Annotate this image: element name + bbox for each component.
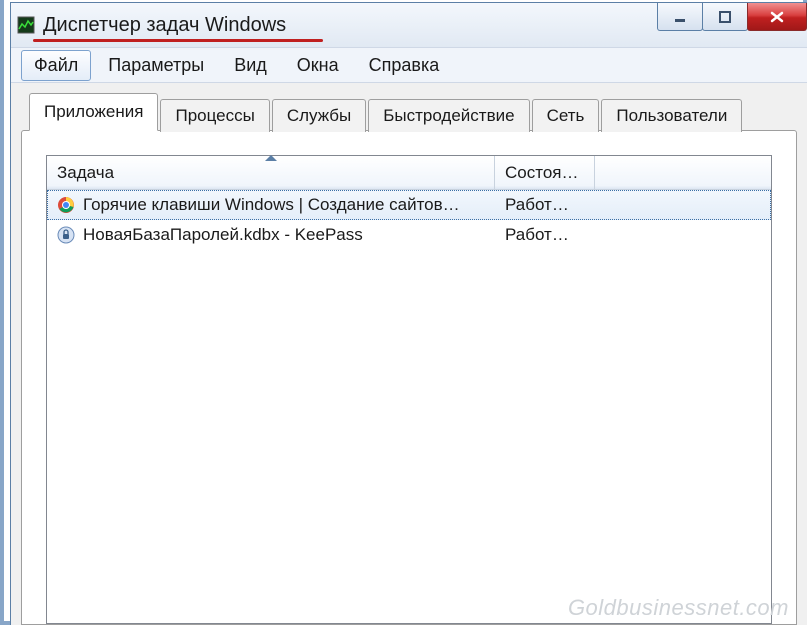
cell-state-text: Работ… [505,195,569,215]
list-body: Горячие клавиши Windows | Создание сайто… [47,190,771,623]
maximize-button[interactable] [702,3,748,31]
table-row[interactable]: Горячие клавиши Windows | Создание сайто… [47,190,771,220]
menu-view[interactable]: Вид [221,50,280,81]
annotation-underline [33,39,323,42]
minimize-button[interactable] [657,3,703,31]
column-state-label: Состоя… [505,163,579,183]
chrome-icon [57,196,75,214]
tab-performance[interactable]: Быстродействие [368,99,529,132]
cell-task-text: НоваяБазаПаролей.kdbx - KeePass [83,225,363,245]
cell-task: Горячие клавиши Windows | Создание сайто… [47,195,495,215]
column-task[interactable]: Задача [47,156,495,189]
column-state[interactable]: Состоя… [495,156,595,189]
sort-ascending-icon [265,155,277,161]
cell-task-text: Горячие клавиши Windows | Создание сайто… [83,195,460,215]
client-area: Приложения Процессы Службы Быстродействи… [11,83,807,625]
tab-network[interactable]: Сеть [532,99,600,132]
cell-task: НоваяБазаПаролей.kdbx - KeePass [47,225,495,245]
menu-help[interactable]: Справка [356,50,453,81]
menu-file[interactable]: Файл [21,50,91,81]
task-manager-window: Диспетчер задач Windows Файл Параметры В… [10,2,807,625]
window-title: Диспетчер задач Windows [43,14,286,37]
tab-applications[interactable]: Приложения [29,93,158,131]
cell-state-text: Работ… [505,225,569,245]
tabstrip: Приложения Процессы Службы Быстродействи… [29,93,797,131]
tab-users[interactable]: Пользователи [601,99,742,132]
menubar: Файл Параметры Вид Окна Справка [11,47,807,83]
menu-options[interactable]: Параметры [95,50,217,81]
watermark: Goldbusinessnet.com [568,595,789,621]
tab-processes[interactable]: Процессы [160,99,269,132]
menu-windows[interactable]: Окна [284,50,352,81]
column-fill [595,156,771,189]
cell-state: Работ… [495,195,595,215]
close-button[interactable] [747,3,807,31]
list-header: Задача Состоя… [47,156,771,190]
keepass-icon [57,226,75,244]
titlebar[interactable]: Диспетчер задач Windows [11,3,807,47]
tab-services[interactable]: Службы [272,99,366,132]
applications-listview[interactable]: Задача Состоя… [46,155,772,624]
window-controls [658,3,807,31]
tab-panel-applications: Задача Состоя… [21,130,797,625]
column-task-label: Задача [57,163,114,183]
app-icon [17,16,35,34]
cell-state: Работ… [495,225,595,245]
table-row[interactable]: НоваяБазаПаролей.kdbx - KeePass Работ… [47,220,771,250]
